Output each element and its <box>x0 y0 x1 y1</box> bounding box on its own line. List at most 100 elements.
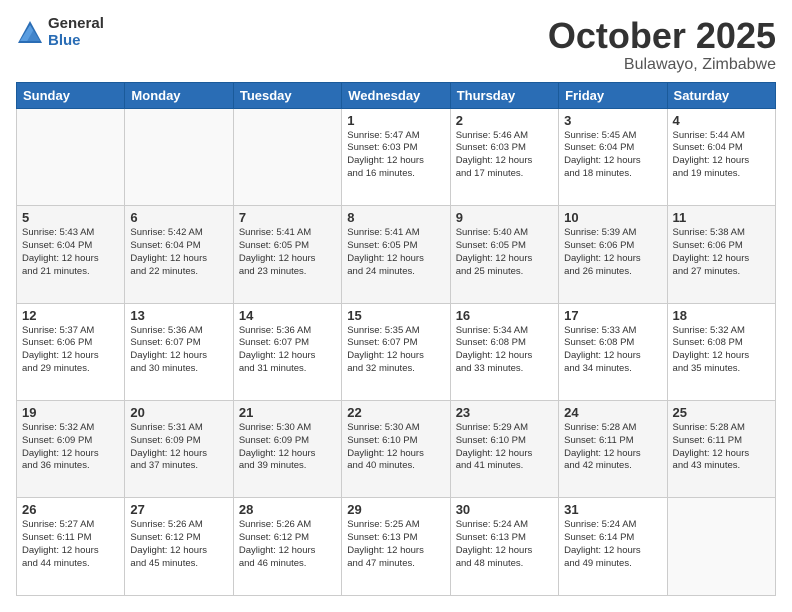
day-number: 15 <box>347 308 444 323</box>
day-number: 8 <box>347 210 444 225</box>
logo-text: General Blue <box>48 16 104 49</box>
day-number: 20 <box>130 405 227 420</box>
logo-blue: Blue <box>48 33 104 50</box>
day-header-monday: Monday <box>125 82 233 108</box>
calendar-week-row: 5 Sunrise: 5:43 AM Sunset: 6:04 PM Daylig… <box>17 206 776 303</box>
day-number: 10 <box>564 210 661 225</box>
day-number: 12 <box>22 308 119 323</box>
calendar-week-row: 19 Sunrise: 5:32 AM Sunset: 6:09 PM Dayli… <box>17 401 776 498</box>
calendar-cell: 10 Sunrise: 5:39 AM Sunset: 6:06 PM Dayli… <box>559 206 667 303</box>
calendar-table: SundayMondayTuesdayWednesdayThursdayFrid… <box>16 82 776 596</box>
day-info: Sunrise: 5:44 AM Sunset: 6:04 PM Dayligh… <box>673 130 770 181</box>
day-info: Sunrise: 5:45 AM Sunset: 6:04 PM Dayligh… <box>564 130 661 181</box>
day-info: Sunrise: 5:34 AM Sunset: 6:08 PM Dayligh… <box>456 325 553 376</box>
day-number: 3 <box>564 113 661 128</box>
day-number: 23 <box>456 405 553 420</box>
calendar-cell: 7 Sunrise: 5:41 AM Sunset: 6:05 PM Daylig… <box>233 206 341 303</box>
calendar-week-row: 1Sunrise: 5:47 AM Sunset: 6:03 PM Daylig… <box>17 108 776 205</box>
day-info: Sunrise: 5:46 AM Sunset: 6:03 PM Dayligh… <box>456 130 553 181</box>
day-number: 1 <box>347 113 444 128</box>
day-number: 18 <box>673 308 770 323</box>
calendar-cell: 30 Sunrise: 5:24 AM Sunset: 6:13 PM Dayli… <box>450 498 558 596</box>
day-info: Sunrise: 5:29 AM Sunset: 6:10 PM Dayligh… <box>456 422 553 473</box>
calendar-cell: 28Sunrise: 5:26 AM Sunset: 6:12 PM Dayli… <box>233 498 341 596</box>
day-header-wednesday: Wednesday <box>342 82 450 108</box>
calendar-cell: 3 Sunrise: 5:45 AM Sunset: 6:04 PM Daylig… <box>559 108 667 205</box>
calendar-cell: 13 Sunrise: 5:36 AM Sunset: 6:07 PM Dayli… <box>125 303 233 400</box>
day-number: 22 <box>347 405 444 420</box>
day-header-sunday: Sunday <box>17 82 125 108</box>
calendar-cell: 6 Sunrise: 5:42 AM Sunset: 6:04 PM Daylig… <box>125 206 233 303</box>
day-info: Sunrise: 5:30 AM Sunset: 6:10 PM Dayligh… <box>347 422 444 473</box>
calendar-cell: 14 Sunrise: 5:36 AM Sunset: 6:07 PM Dayli… <box>233 303 341 400</box>
day-number: 6 <box>130 210 227 225</box>
day-number: 16 <box>456 308 553 323</box>
day-info: Sunrise: 5:41 AM Sunset: 6:05 PM Dayligh… <box>347 227 444 278</box>
title-block: October 2025 Bulawayo, Zimbabwe <box>548 16 776 74</box>
logo: General Blue <box>16 16 104 49</box>
day-info: Sunrise: 5:42 AM Sunset: 6:04 PM Dayligh… <box>130 227 227 278</box>
calendar-cell: 31 Sunrise: 5:24 AM Sunset: 6:14 PM Dayli… <box>559 498 667 596</box>
day-number: 13 <box>130 308 227 323</box>
calendar-cell: 4Sunrise: 5:44 AM Sunset: 6:04 PM Daylig… <box>667 108 775 205</box>
day-info: Sunrise: 5:36 AM Sunset: 6:07 PM Dayligh… <box>239 325 336 376</box>
day-header-friday: Friday <box>559 82 667 108</box>
day-info: Sunrise: 5:38 AM Sunset: 6:06 PM Dayligh… <box>673 227 770 278</box>
calendar-cell <box>125 108 233 205</box>
day-number: 7 <box>239 210 336 225</box>
logo-general: General <box>48 16 104 33</box>
calendar-cell: 17 Sunrise: 5:33 AM Sunset: 6:08 PM Dayli… <box>559 303 667 400</box>
day-info: Sunrise: 5:35 AM Sunset: 6:07 PM Dayligh… <box>347 325 444 376</box>
day-info: Sunrise: 5:39 AM Sunset: 6:06 PM Dayligh… <box>564 227 661 278</box>
calendar-cell: 19 Sunrise: 5:32 AM Sunset: 6:09 PM Dayli… <box>17 401 125 498</box>
day-number: 30 <box>456 502 553 517</box>
calendar-cell: 1Sunrise: 5:47 AM Sunset: 6:03 PM Daylig… <box>342 108 450 205</box>
day-info: Sunrise: 5:36 AM Sunset: 6:07 PM Dayligh… <box>130 325 227 376</box>
day-info: Sunrise: 5:31 AM Sunset: 6:09 PM Dayligh… <box>130 422 227 473</box>
calendar-cell: 18 Sunrise: 5:32 AM Sunset: 6:08 PM Dayli… <box>667 303 775 400</box>
calendar-cell: 21Sunrise: 5:30 AM Sunset: 6:09 PM Dayli… <box>233 401 341 498</box>
day-number: 31 <box>564 502 661 517</box>
page: General Blue October 2025 Bulawayo, Zimb… <box>0 0 792 612</box>
day-info: Sunrise: 5:30 AM Sunset: 6:09 PM Dayligh… <box>239 422 336 473</box>
calendar-cell: 23 Sunrise: 5:29 AM Sunset: 6:10 PM Dayli… <box>450 401 558 498</box>
day-info: Sunrise: 5:32 AM Sunset: 6:08 PM Dayligh… <box>673 325 770 376</box>
calendar-cell: 8 Sunrise: 5:41 AM Sunset: 6:05 PM Daylig… <box>342 206 450 303</box>
calendar-cell: 20 Sunrise: 5:31 AM Sunset: 6:09 PM Dayli… <box>125 401 233 498</box>
day-number: 19 <box>22 405 119 420</box>
calendar-cell: 26Sunrise: 5:27 AM Sunset: 6:11 PM Dayli… <box>17 498 125 596</box>
calendar-cell: 12 Sunrise: 5:37 AM Sunset: 6:06 PM Dayli… <box>17 303 125 400</box>
day-header-saturday: Saturday <box>667 82 775 108</box>
day-info: Sunrise: 5:28 AM Sunset: 6:11 PM Dayligh… <box>564 422 661 473</box>
calendar-cell <box>17 108 125 205</box>
day-number: 5 <box>22 210 119 225</box>
day-number: 9 <box>456 210 553 225</box>
calendar-header-row: SundayMondayTuesdayWednesdayThursdayFrid… <box>17 82 776 108</box>
day-info: Sunrise: 5:24 AM Sunset: 6:13 PM Dayligh… <box>456 519 553 570</box>
day-number: 24 <box>564 405 661 420</box>
day-info: Sunrise: 5:27 AM Sunset: 6:11 PM Dayligh… <box>22 519 119 570</box>
day-info: Sunrise: 5:41 AM Sunset: 6:05 PM Dayligh… <box>239 227 336 278</box>
calendar-cell: 27Sunrise: 5:26 AM Sunset: 6:12 PM Dayli… <box>125 498 233 596</box>
day-info: Sunrise: 5:32 AM Sunset: 6:09 PM Dayligh… <box>22 422 119 473</box>
calendar-cell <box>233 108 341 205</box>
day-number: 28 <box>239 502 336 517</box>
day-info: Sunrise: 5:25 AM Sunset: 6:13 PM Dayligh… <box>347 519 444 570</box>
day-info: Sunrise: 5:37 AM Sunset: 6:06 PM Dayligh… <box>22 325 119 376</box>
day-info: Sunrise: 5:43 AM Sunset: 6:04 PM Dayligh… <box>22 227 119 278</box>
calendar-cell: 2 Sunrise: 5:46 AM Sunset: 6:03 PM Daylig… <box>450 108 558 205</box>
location: Bulawayo, Zimbabwe <box>548 56 776 74</box>
calendar-cell: 9Sunrise: 5:40 AM Sunset: 6:05 PM Daylig… <box>450 206 558 303</box>
calendar-cell: 11Sunrise: 5:38 AM Sunset: 6:06 PM Dayli… <box>667 206 775 303</box>
day-number: 14 <box>239 308 336 323</box>
day-header-tuesday: Tuesday <box>233 82 341 108</box>
calendar-cell <box>667 498 775 596</box>
day-info: Sunrise: 5:24 AM Sunset: 6:14 PM Dayligh… <box>564 519 661 570</box>
month-title: October 2025 <box>548 16 776 56</box>
day-info: Sunrise: 5:28 AM Sunset: 6:11 PM Dayligh… <box>673 422 770 473</box>
day-number: 2 <box>456 113 553 128</box>
day-info: Sunrise: 5:26 AM Sunset: 6:12 PM Dayligh… <box>130 519 227 570</box>
calendar-cell: 5 Sunrise: 5:43 AM Sunset: 6:04 PM Daylig… <box>17 206 125 303</box>
day-info: Sunrise: 5:33 AM Sunset: 6:08 PM Dayligh… <box>564 325 661 376</box>
day-number: 17 <box>564 308 661 323</box>
